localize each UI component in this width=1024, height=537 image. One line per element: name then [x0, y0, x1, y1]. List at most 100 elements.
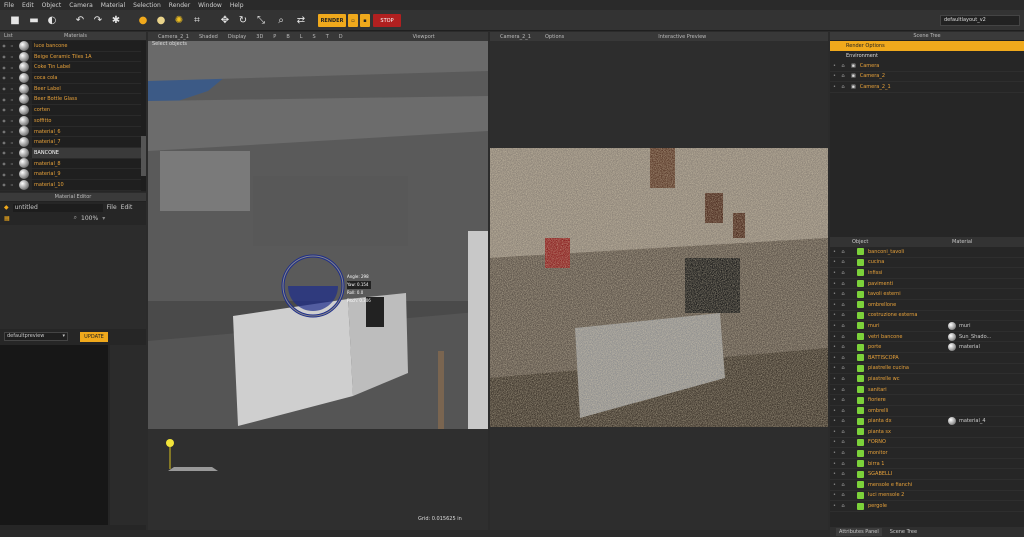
- lock-icon[interactable]: ▫: [8, 97, 16, 102]
- eye-icon[interactable]: ◉: [0, 75, 8, 80]
- lock-icon[interactable]: ⌂: [839, 450, 847, 456]
- eye-icon[interactable]: ◉: [0, 97, 8, 102]
- object-row[interactable]: • ⌂ vetri bancone Sun_Shado...: [830, 332, 1024, 343]
- tab-scene-tree[interactable]: Scene Tree: [890, 529, 917, 535]
- camera-add-icon[interactable]: ⌗: [190, 13, 204, 27]
- move-icon[interactable]: ✥: [218, 13, 232, 27]
- lock-icon[interactable]: ⌂: [839, 63, 847, 69]
- object-row[interactable]: • ⌂ birra 1: [830, 459, 1024, 470]
- object-row[interactable]: • ⌂ cucina: [830, 258, 1024, 269]
- lock-icon[interactable]: ⌂: [839, 482, 847, 488]
- material-list-item[interactable]: ◉ ▫ Beige Ceramic Tiles 1A: [0, 51, 146, 63]
- tab-list[interactable]: List: [4, 33, 64, 39]
- lock-icon[interactable]: ▫: [8, 43, 16, 48]
- material-list-item[interactable]: ◉ ▫ coca cola: [0, 72, 146, 84]
- p-toggle[interactable]: P: [273, 34, 276, 40]
- env-sphere-icon[interactable]: ●: [154, 13, 168, 27]
- material-list-item[interactable]: ◉ ▫ material_10: [0, 179, 146, 191]
- camera-row[interactable]: • ⌂ ▣ Camera_2: [830, 72, 1024, 83]
- object-row[interactable]: • ⌂ muri muri: [830, 321, 1024, 332]
- material-editor-file-menu[interactable]: File: [107, 204, 117, 211]
- lock-icon[interactable]: ▫: [8, 129, 16, 134]
- eye-icon[interactable]: ◉: [0, 54, 8, 59]
- eye-icon[interactable]: ◉: [0, 129, 8, 134]
- 3d-menu[interactable]: 3D: [256, 34, 263, 40]
- t-toggle[interactable]: T: [326, 34, 329, 40]
- lock-icon[interactable]: ▫: [8, 172, 16, 177]
- eye-icon[interactable]: ◉: [0, 43, 8, 48]
- viewport[interactable]: Select objects Angle: 298 Yaw: 0.154 Rol…: [148, 41, 488, 530]
- menu-item-file[interactable]: File: [4, 2, 14, 9]
- new-icon[interactable]: ■: [8, 13, 22, 27]
- eye-icon[interactable]: ◉: [0, 140, 8, 145]
- preview-camera-select[interactable]: Camera_2_1: [500, 34, 531, 40]
- save-icon[interactable]: ◐: [45, 13, 59, 27]
- open-icon[interactable]: ▬: [27, 13, 41, 27]
- object-row[interactable]: • ⌂ banconi_tavoli: [830, 247, 1024, 258]
- camera-row[interactable]: • ⌂ ▣ Camera_2_1: [830, 82, 1024, 93]
- object-row[interactable]: • ⌂ luci mensole 2: [830, 491, 1024, 502]
- menu-item-object[interactable]: Object: [42, 2, 62, 9]
- s-toggle[interactable]: S: [313, 34, 316, 40]
- object-row[interactable]: • ⌂ pianta sx: [830, 427, 1024, 438]
- object-row[interactable]: • ⌂ infissi: [830, 268, 1024, 279]
- d-toggle[interactable]: D: [339, 34, 343, 40]
- lock-icon[interactable]: ▫: [8, 86, 16, 91]
- material-list-item[interactable]: ◉ ▫ BANCONE: [0, 147, 146, 159]
- zoom-value[interactable]: 100%: [81, 215, 98, 222]
- light-icon[interactable]: ✺: [172, 13, 186, 27]
- eye-icon[interactable]: ◉: [0, 150, 8, 155]
- lock-icon[interactable]: ⌂: [839, 270, 847, 276]
- material-list-item[interactable]: ◉ ▫ Coke Tin Label: [0, 62, 146, 74]
- material-list-item[interactable]: ◉ ▫ material_6: [0, 126, 146, 138]
- render-options-row[interactable]: Render Options: [830, 41, 1024, 51]
- environment-row[interactable]: Environment: [830, 51, 1024, 61]
- lock-icon[interactable]: ▫: [8, 107, 16, 112]
- object-row[interactable]: • ⌂ porte material: [830, 342, 1024, 353]
- menu-item-material[interactable]: Material: [101, 2, 125, 9]
- lock-icon[interactable]: ⌂: [839, 312, 847, 318]
- lock-icon[interactable]: ⌂: [839, 259, 847, 265]
- menu-item-camera[interactable]: Camera: [69, 2, 93, 9]
- material-list-item[interactable]: ◉ ▫ corten: [0, 104, 146, 116]
- eye-icon[interactable]: ◉: [0, 161, 8, 166]
- object-row[interactable]: • ⌂ mensole e fianchi: [830, 480, 1024, 491]
- rotate-icon[interactable]: ↻: [236, 13, 250, 27]
- scale-icon[interactable]: ⤡: [254, 13, 268, 27]
- lock-icon[interactable]: ⌂: [839, 376, 847, 382]
- object-row[interactable]: • ⌂ piastrelle wc: [830, 374, 1024, 385]
- menu-item-help[interactable]: Help: [230, 2, 244, 9]
- lock-icon[interactable]: ⌂: [839, 387, 847, 393]
- lock-icon[interactable]: ⌂: [839, 334, 847, 340]
- menu-item-selection[interactable]: Selection: [133, 2, 161, 9]
- viewport-camera-select[interactable]: Camera_2_1: [158, 34, 189, 40]
- object-row[interactable]: • ⌂ BATTISCOPA: [830, 353, 1024, 364]
- lock-icon[interactable]: ⌂: [839, 429, 847, 435]
- redo-icon[interactable]: ↷: [91, 13, 105, 27]
- lock-icon[interactable]: ⌂: [839, 84, 847, 90]
- lock-icon[interactable]: ⌂: [839, 344, 847, 350]
- eye-icon[interactable]: ◉: [0, 172, 8, 177]
- lock-icon[interactable]: ▫: [8, 75, 16, 80]
- object-row[interactable]: • ⌂ monitor: [830, 448, 1024, 459]
- stop-button[interactable]: STOP: [373, 14, 401, 27]
- eye-icon[interactable]: ◉: [0, 182, 8, 187]
- undo-icon[interactable]: ↶: [73, 13, 87, 27]
- interactive-preview[interactable]: [490, 41, 828, 530]
- lock-icon[interactable]: ⌂: [839, 249, 847, 255]
- lock-icon[interactable]: ⌂: [839, 355, 847, 361]
- lock-icon[interactable]: ⌂: [839, 492, 847, 498]
- lock-icon[interactable]: ▫: [8, 182, 16, 187]
- update-button[interactable]: UPDATE: [80, 332, 108, 342]
- lock-icon[interactable]: ⌂: [839, 365, 847, 371]
- lock-icon[interactable]: ⌂: [839, 408, 847, 414]
- menu-item-render[interactable]: Render: [169, 2, 190, 9]
- object-row[interactable]: • ⌂ pavimenti: [830, 279, 1024, 290]
- lock-icon[interactable]: ⌂: [839, 397, 847, 403]
- object-row[interactable]: • ⌂ ombrelli: [830, 406, 1024, 417]
- chevron-down-icon[interactable]: ▾: [102, 215, 105, 222]
- eye-icon[interactable]: ◉: [0, 65, 8, 70]
- layout-select[interactable]: defaultlayout_v2: [940, 15, 1020, 26]
- object-row[interactable]: • ⌂ SGABELLI: [830, 469, 1024, 481]
- lock-icon[interactable]: ⌂: [839, 73, 847, 79]
